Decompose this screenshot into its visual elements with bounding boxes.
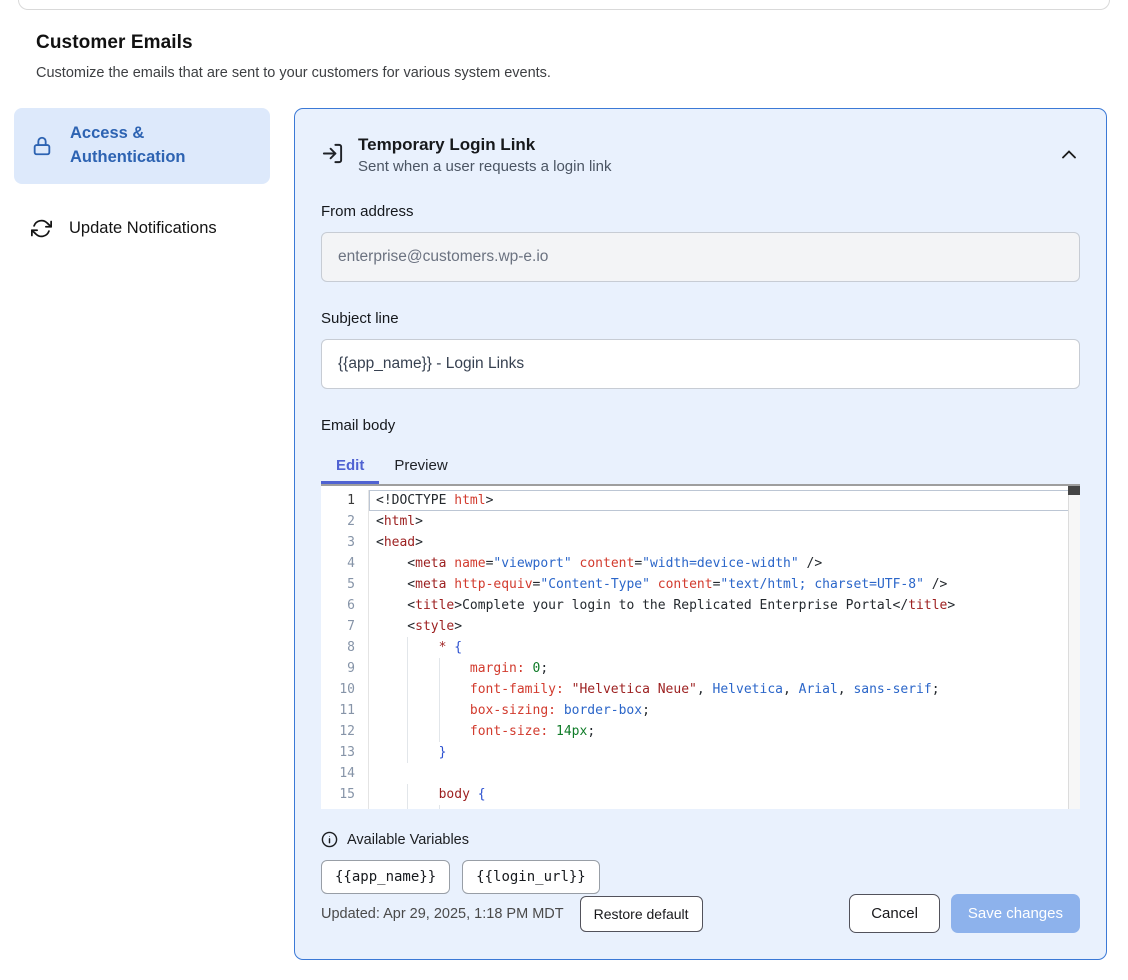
sidebar-item-label: Access & Authentication — [70, 122, 254, 170]
code-line-content: <html> — [369, 511, 1080, 532]
email-body-tab-bar: EditPreview — [321, 451, 1080, 484]
code-line[interactable]: 12font-size: 14px; — [321, 721, 1080, 742]
code-line-content: <style> — [369, 616, 1080, 637]
code-line-content: <meta name="viewport" content="width=dev… — [369, 553, 1080, 574]
panel-subtitle: Sent when a user requests a login link — [358, 158, 611, 175]
editor-scrollbar-thumb[interactable] — [1068, 486, 1080, 495]
panel-footer: Updated: Apr 29, 2025, 1:18 PM MDT Resto… — [321, 894, 1080, 933]
email-types-sidebar: Access & Authentication Update Notificati… — [14, 108, 270, 255]
code-line[interactable]: 10font-family: "Helvetica Neue", Helveti… — [321, 679, 1080, 700]
line-number: 13 — [321, 742, 369, 763]
panel-title: Temporary Login Link — [358, 135, 611, 155]
sidebar-item-update-notifications[interactable]: Update Notifications — [14, 203, 270, 255]
line-number: 10 — [321, 679, 369, 700]
line-number: 15 — [321, 784, 369, 805]
line-number: 11 — [321, 700, 369, 721]
tab-preview[interactable]: Preview — [379, 451, 462, 484]
email-body-label: Email body — [321, 417, 1080, 434]
line-number: 8 — [321, 637, 369, 658]
code-line[interactable]: 5<meta http-equiv="Content-Type" content… — [321, 574, 1080, 595]
code-line[interactable]: 2<html> — [321, 511, 1080, 532]
updated-timestamp: Updated: Apr 29, 2025, 1:18 PM MDT — [321, 906, 564, 922]
line-number: 7 — [321, 616, 369, 637]
variable-chips: {{app_name}} {{login_url}} — [321, 860, 1080, 894]
line-number: 14 — [321, 763, 369, 784]
code-line[interactable]: 8* { — [321, 637, 1080, 658]
variable-chip-app_name[interactable]: {{app_name}} — [321, 860, 450, 894]
code-line-content: * { — [369, 637, 1080, 658]
sidebar-item-label: Update Notifications — [69, 217, 217, 241]
lock-icon — [31, 135, 53, 157]
code-line-content: <!DOCTYPE html> — [369, 490, 1080, 511]
restore-default-button[interactable]: Restore default — [580, 896, 703, 932]
variable-chip-login_url[interactable]: {{login_url}} — [462, 860, 600, 894]
subject-line-input[interactable] — [321, 339, 1080, 389]
email-body-code-editor[interactable]: 1<!DOCTYPE html>2<html>3<head>4<meta nam… — [321, 484, 1080, 809]
panel-header-text: Temporary Login Link Sent when a user re… — [358, 135, 611, 175]
code-line-content: box-sizing: border-box; — [369, 700, 1080, 721]
line-number: 5 — [321, 574, 369, 595]
available-variables-label: Available Variables — [347, 832, 469, 848]
editor-scrollbar-track[interactable] — [1068, 486, 1080, 809]
code-line[interactable]: 4<meta name="viewport" content="width=de… — [321, 553, 1080, 574]
from-address-label: From address — [321, 203, 1080, 220]
line-number: 4 — [321, 553, 369, 574]
code-line[interactable]: 13} — [321, 742, 1080, 763]
page-title: Customer Emails — [36, 32, 1092, 54]
code-line[interactable]: 3<head> — [321, 532, 1080, 553]
code-line-content: <title>Complete your login to the Replic… — [369, 595, 1080, 616]
previous-card-bottom-edge — [18, 0, 1110, 10]
line-number: 1 — [321, 490, 369, 511]
line-number: 2 — [321, 511, 369, 532]
line-number: 9 — [321, 658, 369, 679]
code-line-content: body { — [369, 784, 1080, 805]
footer-actions: Cancel Save changes — [849, 894, 1080, 933]
sidebar-item-access-authentication[interactable]: Access & Authentication — [14, 108, 270, 184]
save-changes-button[interactable]: Save changes — [951, 894, 1080, 933]
code-line[interactable]: 9margin: 0; — [321, 658, 1080, 679]
code-line-content — [369, 763, 1080, 784]
code-line[interactable]: 1<!DOCTYPE html> — [321, 490, 1080, 511]
temporary-login-link-panel: Temporary Login Link Sent when a user re… — [294, 108, 1107, 960]
line-number: 16 — [321, 805, 369, 809]
code-line-content: } — [369, 742, 1080, 763]
code-lines: 1<!DOCTYPE html>2<html>3<head>4<meta nam… — [321, 490, 1080, 809]
code-line[interactable]: 16font-family: "Helvetica Neue", Helveti… — [321, 805, 1080, 809]
code-line-content: <head> — [369, 532, 1080, 553]
code-line-content: margin: 0; — [369, 658, 1080, 679]
available-variables-header: Available Variables — [321, 831, 1080, 848]
code-line-content: font-family: "Helvetica Neue", Helvetica… — [369, 805, 1080, 809]
cancel-button[interactable]: Cancel — [849, 894, 940, 933]
code-line-content: <meta http-equiv="Content-Type" content=… — [369, 574, 1080, 595]
code-line[interactable]: 11box-sizing: border-box; — [321, 700, 1080, 721]
refresh-icon — [31, 218, 52, 239]
code-line[interactable]: 6<title>Complete your login to the Repli… — [321, 595, 1080, 616]
code-line[interactable]: 7<style> — [321, 616, 1080, 637]
code-line[interactable]: 15body { — [321, 784, 1080, 805]
chevron-up-icon — [1062, 147, 1076, 162]
info-icon — [321, 831, 338, 848]
login-icon — [321, 142, 344, 170]
line-number: 3 — [321, 532, 369, 553]
code-line-content: font-size: 14px; — [369, 721, 1080, 742]
line-number: 12 — [321, 721, 369, 742]
tab-edit[interactable]: Edit — [321, 451, 379, 484]
panel-header: Temporary Login Link Sent when a user re… — [321, 135, 1080, 175]
subject-line-label: Subject line — [321, 310, 1080, 327]
from-address-input[interactable] — [321, 232, 1080, 282]
code-line-content: font-family: "Helvetica Neue", Helvetica… — [369, 679, 1080, 700]
collapse-section-button[interactable] — [1058, 143, 1080, 166]
code-line[interactable]: 14 — [321, 763, 1080, 784]
line-number: 6 — [321, 595, 369, 616]
page-header: Customer Emails Customize the emails tha… — [36, 32, 1092, 81]
page-subtitle: Customize the emails that are sent to yo… — [36, 65, 1092, 81]
